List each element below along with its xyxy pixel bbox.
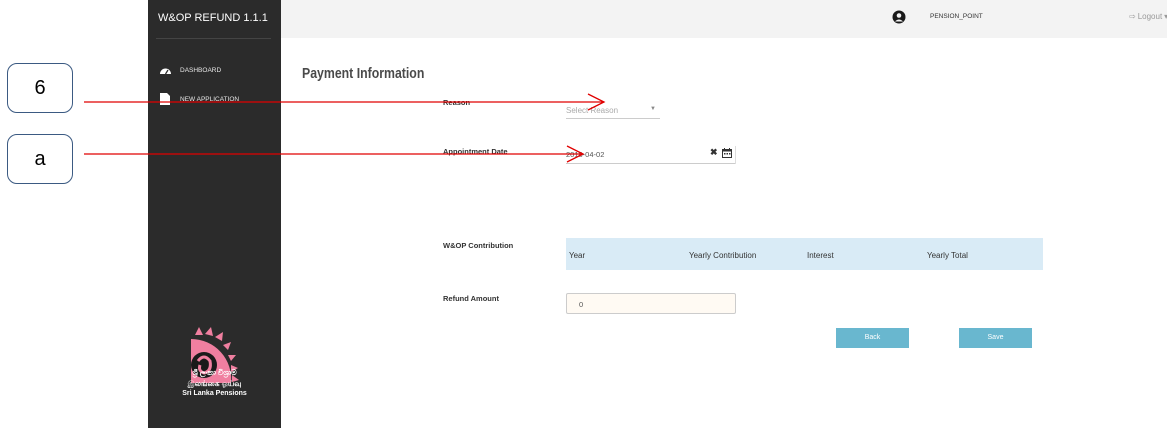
logo-text-tamil: இலங்கை ஓய்வு [187, 379, 242, 388]
sidebar-item-dashboard[interactable]: DASHBOARD [148, 60, 281, 80]
sidebar-divider [156, 38, 271, 39]
sign-out-icon: ⇨ [1129, 12, 1136, 21]
top-bar: PENSION_POINT ⇨ Logout ▾ [281, 0, 1167, 38]
contribution-label: W&OP Contribution [443, 241, 514, 250]
back-button[interactable]: Back [836, 328, 909, 348]
column-header-year: Year [569, 251, 586, 260]
reason-select[interactable]: Select Reason ▼ [566, 103, 660, 119]
reason-select-value: Select Reason [566, 106, 619, 115]
calendar-icon[interactable] [722, 148, 732, 158]
user-name: PENSION_POINT [930, 13, 983, 20]
page-title: Payment Information [302, 65, 425, 82]
annotation-callout-6: 6 [7, 63, 73, 113]
clear-date-icon[interactable]: ✖ [710, 147, 718, 158]
app-title: W&OP REFUND 1.1.1 [158, 12, 268, 24]
annotation-callout-a: a [7, 134, 73, 184]
column-header-interest: Interest [807, 251, 834, 260]
date-divider [735, 146, 736, 164]
column-header-yearly-total: Yearly Total [927, 251, 968, 260]
page: W&OP REFUND 1.1.1 DASHBOARD NEW APPLICAT… [0, 0, 1167, 428]
dashboard-icon [158, 64, 172, 76]
logout-label: Logout [1137, 12, 1163, 21]
user-avatar-icon[interactable] [892, 10, 906, 24]
caret-down-icon: ▼ [650, 106, 656, 112]
column-header-yearly-contribution: Yearly Contribution [689, 251, 757, 260]
appointment-date-value: 2018-04-02 [566, 150, 605, 159]
document-icon [158, 93, 172, 105]
logo-text-english: Sri Lanka Pensions [182, 390, 247, 397]
appointment-date-label: Appointment Date [443, 147, 508, 156]
sidebar-item-label: NEW APPLICATION [180, 95, 240, 103]
sidebar: W&OP REFUND 1.1.1 DASHBOARD NEW APPLICAT… [148, 0, 281, 428]
refund-amount-value: 0 [579, 300, 584, 309]
reason-label: Reason [443, 98, 471, 107]
refund-amount-label: Refund Amount [443, 294, 499, 303]
contribution-table-header: Year Yearly Contribution Interest Yearly… [566, 238, 1043, 270]
sidebar-item-label: DASHBOARD [180, 66, 222, 74]
save-button[interactable]: Save [959, 328, 1032, 348]
logout-link[interactable]: ⇨ Logout ▾ [1129, 12, 1167, 21]
sidebar-item-new-application[interactable]: NEW APPLICATION [148, 89, 281, 109]
refund-amount-input[interactable]: 0 [566, 293, 736, 314]
logo-text-sinhala: ශ්‍රී ලංකා විශ්‍රාම [192, 368, 237, 377]
